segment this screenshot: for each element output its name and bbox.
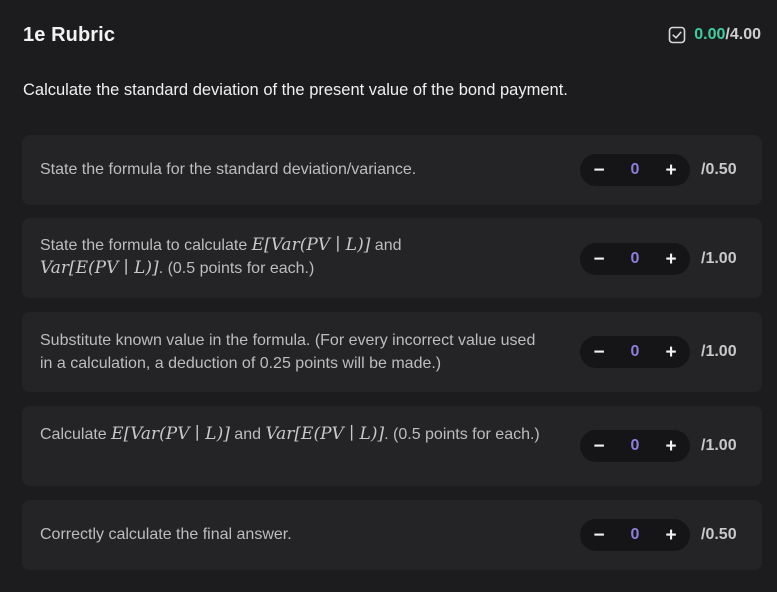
decrement-button[interactable]: − (590, 437, 608, 456)
rubric-item-text: Substitute known value in the formula. (… (40, 329, 550, 375)
score-stepper: − 0 + (580, 430, 690, 462)
math-expression: E[Var(PV ∣ L)] (111, 424, 230, 444)
rubric-text-part: and (229, 426, 266, 443)
rubric-text-part: Correctly calculate the final answer. (40, 526, 292, 543)
increment-button[interactable]: + (662, 437, 680, 456)
rubric-header: 1e Rubric 0.00/4.00 (23, 22, 761, 48)
total-score: 0.00/4.00 (668, 26, 761, 44)
decrement-button[interactable]: − (590, 526, 608, 545)
score-stepper: − 0 + (580, 243, 690, 275)
increment-button[interactable]: + (662, 343, 680, 362)
stepper-value[interactable]: 0 (631, 437, 640, 455)
rubric-item: Substitute known value in the formula. (… (22, 312, 762, 392)
rubric-item-text: Correctly calculate the final answer. (40, 523, 550, 546)
rubric-text-part: and (370, 237, 402, 254)
checkbox-checked-icon (668, 26, 686, 44)
increment-button[interactable]: + (662, 161, 680, 180)
score-max: 4.00 (729, 26, 761, 43)
rubric-panel: 1e Rubric 0.00/4.00 Calculate the standa… (0, 0, 777, 592)
rubric-item-text: State the formula to calculate E[Var(PV … (40, 234, 550, 280)
max-points: /0.50 (701, 161, 737, 178)
score-earned: 0.00 (694, 26, 726, 43)
question-text: Calculate the standard deviation of the … (23, 81, 568, 99)
max-points: /1.00 (701, 437, 737, 454)
decrement-button[interactable]: − (590, 250, 608, 269)
rubric-item: State the formula to calculate E[Var(PV … (22, 218, 762, 298)
stepper-value[interactable]: 0 (631, 161, 640, 179)
rubric-title: 1e Rubric (23, 23, 116, 46)
math-expression: Var[E(PV ∣ L)] (40, 258, 159, 278)
math-expression: Var[E(PV ∣ L)] (265, 424, 385, 444)
increment-button[interactable]: + (662, 250, 680, 269)
rubric-text-part: . (0.5 points for each.) (158, 260, 315, 277)
rubric-item: Correctly calculate the final answer. − … (22, 500, 762, 570)
rubric-text-part: State the formula for the standard devia… (40, 161, 417, 178)
rubric-item-text: State the formula for the standard devia… (40, 158, 550, 181)
stepper-value[interactable]: 0 (631, 250, 640, 268)
rubric-item: State the formula for the standard devia… (22, 135, 762, 205)
rubric-text-part: . (0.5 points for each.) (384, 426, 540, 443)
score-stepper: − 0 + (580, 519, 690, 551)
max-points: /1.00 (701, 250, 737, 267)
score-stepper: − 0 + (580, 154, 690, 186)
rubric-text-part: Substitute known value in the formula. (… (40, 332, 536, 372)
stepper-value[interactable]: 0 (631, 526, 640, 544)
increment-button[interactable]: + (662, 526, 680, 545)
max-points: /0.50 (701, 526, 737, 543)
math-expression: E[Var(PV ∣ L)] (251, 235, 371, 255)
rubric-item-text: Calculate E[Var(PV ∣ L)] and Var[E(PV ∣ … (40, 423, 550, 446)
rubric-text-part: Calculate (40, 426, 112, 443)
max-points: /1.00 (701, 343, 737, 360)
score-stepper: − 0 + (580, 336, 690, 368)
rubric-item: Calculate E[Var(PV ∣ L)] and Var[E(PV ∣ … (22, 406, 762, 486)
rubric-text-part: State the formula to calculate (40, 237, 252, 254)
stepper-value[interactable]: 0 (631, 343, 640, 361)
decrement-button[interactable]: − (590, 343, 608, 362)
decrement-button[interactable]: − (590, 161, 608, 180)
